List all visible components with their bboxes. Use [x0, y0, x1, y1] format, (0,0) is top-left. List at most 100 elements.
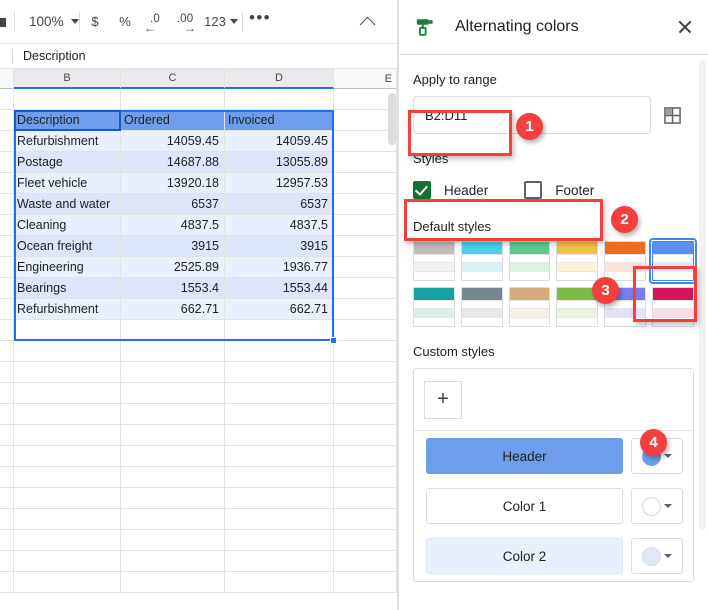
- cell-description[interactable]: Fleet vehicle: [14, 173, 121, 194]
- cell[interactable]: [225, 509, 334, 530]
- default-style-swatch-lime[interactable]: [556, 287, 598, 327]
- column-header-e[interactable]: E: [334, 69, 397, 89]
- row-header[interactable]: [0, 320, 14, 341]
- header-checkbox[interactable]: [413, 181, 431, 199]
- cell[interactable]: [14, 509, 121, 530]
- cell-description[interactable]: Cleaning: [14, 215, 121, 236]
- default-style-swatch-blue[interactable]: [652, 241, 694, 281]
- cell[interactable]: [121, 530, 225, 551]
- table-row[interactable]: [0, 530, 398, 551]
- cell[interactable]: [334, 530, 397, 551]
- table-row[interactable]: Refurbishment 14059.45 14059.45: [0, 131, 398, 152]
- cell[interactable]: [14, 446, 121, 467]
- table-row[interactable]: Waste and water 6537 6537: [0, 194, 398, 215]
- cell-description[interactable]: Engineering: [14, 257, 121, 278]
- cell[interactable]: [334, 383, 397, 404]
- currency-format-button[interactable]: $: [80, 8, 110, 36]
- cell[interactable]: [121, 551, 225, 572]
- cell-invoiced[interactable]: 12957.53: [225, 173, 334, 194]
- cell[interactable]: [14, 362, 121, 383]
- column-header-b[interactable]: B: [14, 69, 121, 89]
- cell[interactable]: [334, 446, 397, 467]
- cell-invoiced[interactable]: 1936.77: [225, 257, 334, 278]
- cell[interactable]: [121, 362, 225, 383]
- row-header[interactable]: [0, 257, 14, 278]
- row-header[interactable]: [0, 446, 14, 467]
- cell[interactable]: [334, 236, 397, 257]
- cell[interactable]: [14, 89, 121, 110]
- row-header[interactable]: [0, 341, 14, 362]
- cell-invoiced[interactable]: 14059.45: [225, 131, 334, 152]
- table-row[interactable]: [0, 467, 398, 488]
- zoom-selector[interactable]: 100%: [15, 8, 79, 36]
- cell[interactable]: [225, 530, 334, 551]
- default-style-swatch-teal[interactable]: [413, 287, 455, 327]
- cell[interactable]: [334, 257, 397, 278]
- cell[interactable]: [334, 572, 397, 593]
- cell-ordered[interactable]: 6537: [121, 194, 225, 215]
- custom-color2-pill[interactable]: Color 2: [426, 538, 623, 574]
- row-header[interactable]: [0, 488, 14, 509]
- row-header[interactable]: [0, 425, 14, 446]
- cell[interactable]: [334, 362, 397, 383]
- row-header[interactable]: [0, 194, 14, 215]
- custom-color1-pill[interactable]: Color 1: [426, 488, 623, 524]
- row-header[interactable]: [0, 215, 14, 236]
- default-style-swatch-yellow[interactable]: [556, 241, 598, 281]
- table-row[interactable]: [0, 509, 398, 530]
- grid-corner[interactable]: [0, 69, 14, 89]
- cell-ordered[interactable]: 662.71: [121, 299, 225, 320]
- table-header-row[interactable]: Description Ordered Invoiced: [0, 110, 398, 131]
- cell[interactable]: [334, 194, 397, 215]
- custom-color2-color-picker[interactable]: [631, 538, 683, 574]
- select-range-button[interactable]: [651, 107, 693, 124]
- table-row[interactable]: Ocean freight 3915 3915: [0, 236, 398, 257]
- cell[interactable]: [121, 425, 225, 446]
- cell[interactable]: [334, 320, 397, 341]
- row-header[interactable]: [0, 278, 14, 299]
- cell[interactable]: [225, 404, 334, 425]
- cell-invoiced[interactable]: 13055.89: [225, 152, 334, 173]
- table-row[interactable]: [0, 341, 398, 362]
- table-row[interactable]: [0, 488, 398, 509]
- default-style-swatch-magenta[interactable]: [652, 287, 694, 327]
- default-style-swatch-purple[interactable]: [604, 287, 646, 327]
- header-cell-description[interactable]: Description: [14, 110, 121, 131]
- cell[interactable]: [14, 425, 121, 446]
- cell[interactable]: [334, 341, 397, 362]
- cell[interactable]: [225, 551, 334, 572]
- row-header[interactable]: [0, 362, 14, 383]
- cell[interactable]: [14, 530, 121, 551]
- range-input[interactable]: B2:D11: [413, 96, 651, 134]
- cell[interactable]: [14, 467, 121, 488]
- table-row[interactable]: [0, 425, 398, 446]
- row-header[interactable]: [0, 299, 14, 320]
- more-options-button[interactable]: •••: [243, 4, 277, 32]
- formula-bar[interactable]: Description: [0, 43, 398, 69]
- sheet-grid[interactable]: B C D E Description Ordered: [0, 69, 398, 610]
- cell-description[interactable]: Ocean freight: [14, 236, 121, 257]
- cell[interactable]: [121, 383, 225, 404]
- cell-ordered[interactable]: 13920.18: [121, 173, 225, 194]
- cell[interactable]: [225, 89, 334, 110]
- cell[interactable]: [334, 488, 397, 509]
- row-header[interactable]: [0, 110, 14, 131]
- table-row[interactable]: [0, 404, 398, 425]
- selection-fill-handle[interactable]: [330, 337, 337, 344]
- cell-ordered[interactable]: 1553.4: [121, 278, 225, 299]
- cell[interactable]: [14, 341, 121, 362]
- cell[interactable]: [14, 320, 121, 341]
- table-row[interactable]: [0, 551, 398, 572]
- row-header[interactable]: [0, 173, 14, 194]
- table-row[interactable]: Bearings 1553.4 1553.44: [0, 278, 398, 299]
- cell[interactable]: [121, 467, 225, 488]
- cell[interactable]: [121, 320, 225, 341]
- cell-ordered[interactable]: 14059.45: [121, 131, 225, 152]
- sheet-vertical-scrollbar[interactable]: [388, 93, 396, 145]
- row-header[interactable]: [0, 89, 14, 110]
- cell[interactable]: [121, 89, 225, 110]
- cell[interactable]: [225, 362, 334, 383]
- table-row[interactable]: [0, 446, 398, 467]
- cell-description[interactable]: Refurbishment: [14, 131, 121, 152]
- cell[interactable]: [334, 215, 397, 236]
